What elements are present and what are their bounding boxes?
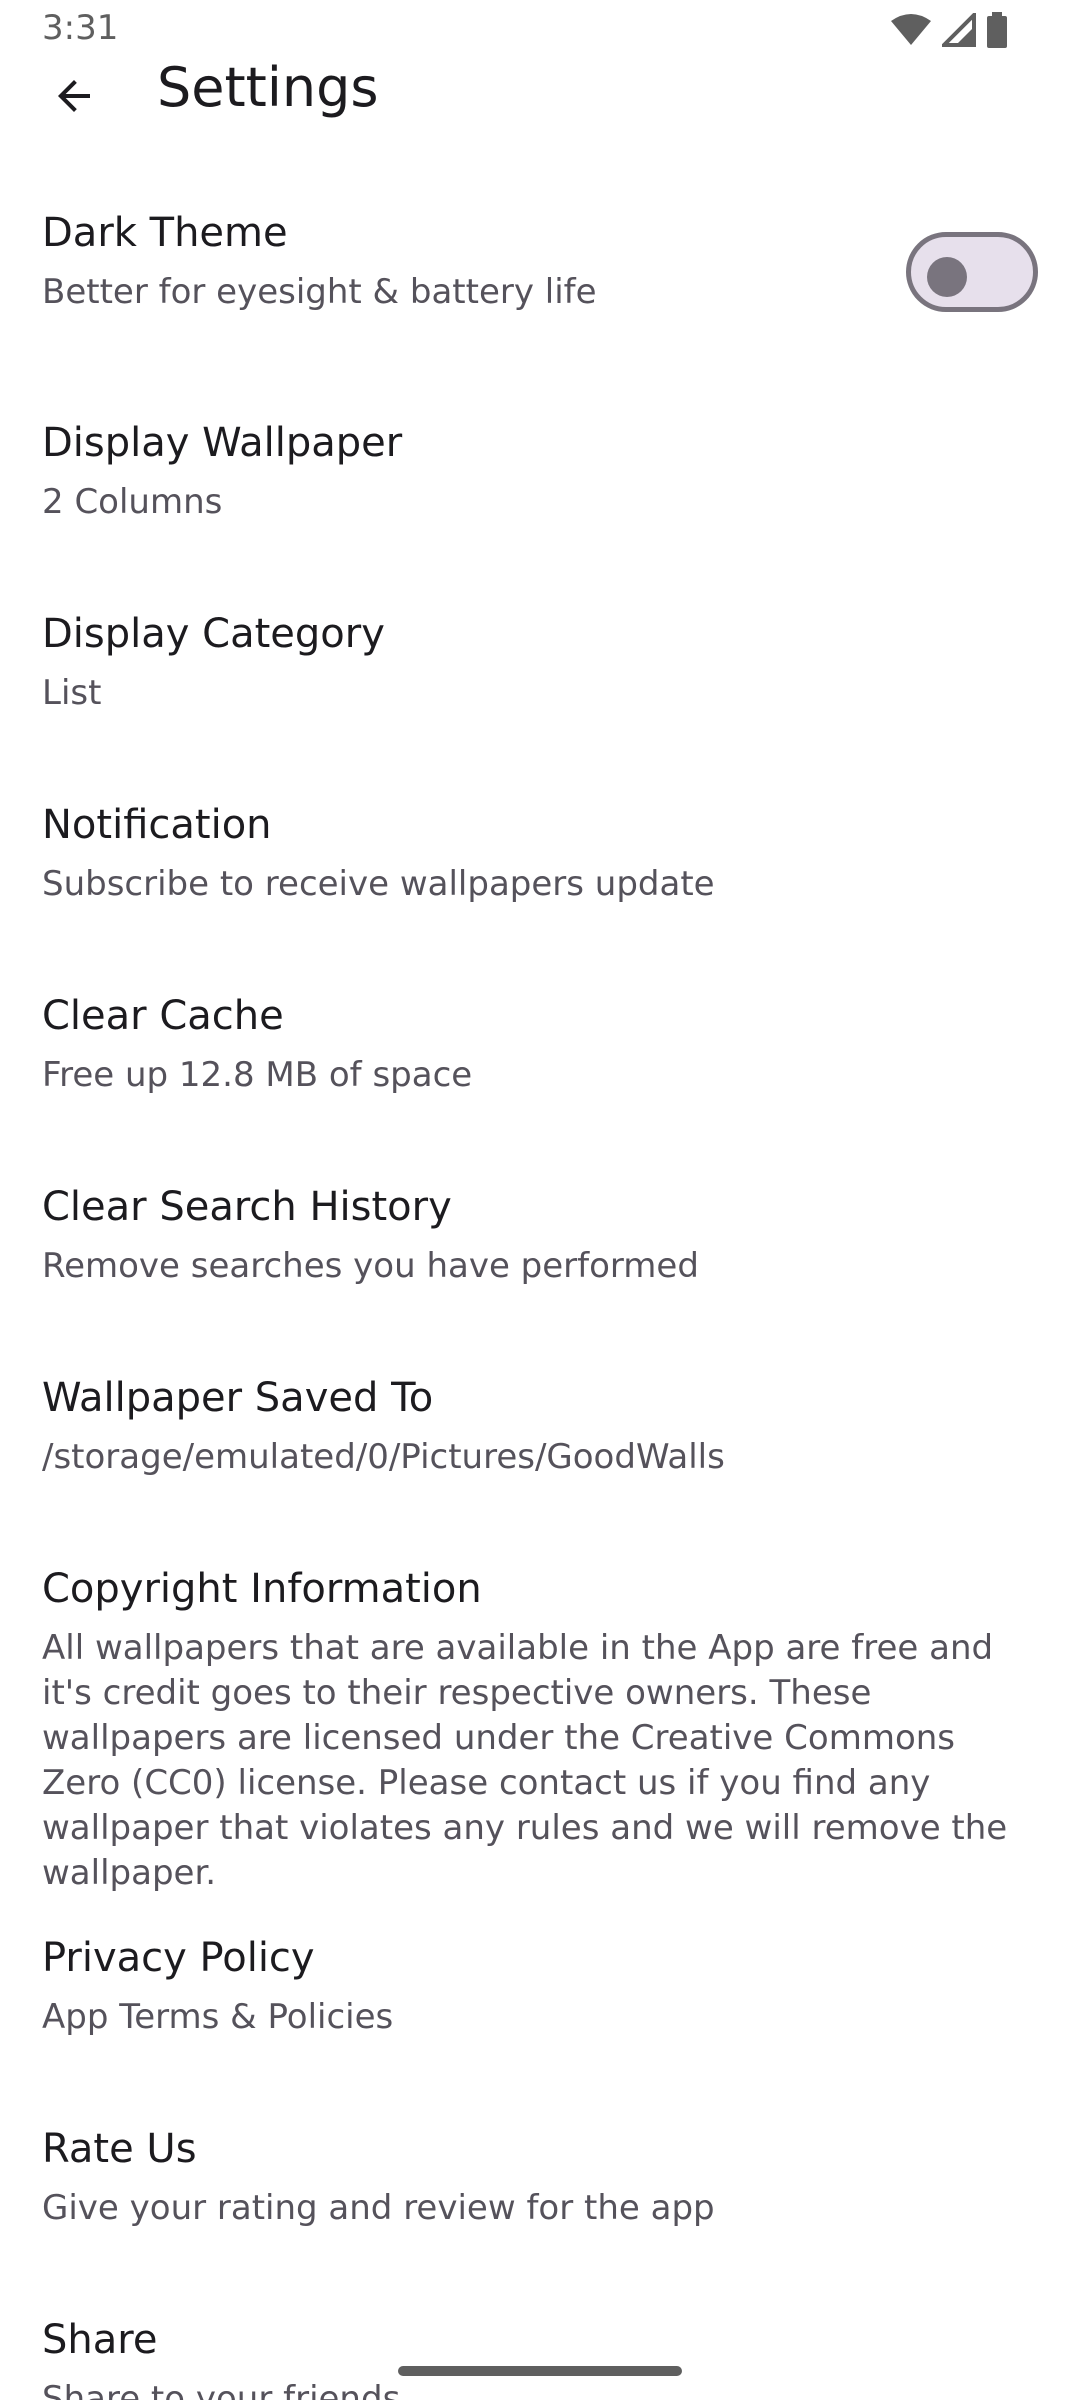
setting-summary: Share to your friends (42, 2379, 401, 2400)
back-button[interactable] (34, 56, 114, 136)
setting-rate-us[interactable]: Rate Us Give your rating and review for … (0, 2096, 1080, 2276)
dark-theme-toggle[interactable] (906, 232, 1038, 312)
setting-summary: All wallpapers that are available in the… (42, 1628, 1008, 1893)
setting-summary: /storage/emulated/0/Pictures/GoodWalls (42, 1437, 725, 1477)
home-indicator[interactable] (398, 2366, 682, 2376)
setting-summary: App Terms & Policies (42, 1997, 394, 2037)
setting-title: Display Wallpaper (42, 420, 403, 466)
setting-summary: Give your rating and review for the app (42, 2188, 715, 2228)
setting-wallpaper-saved-to[interactable]: Wallpaper Saved To /storage/emulated/0/P… (0, 1345, 1080, 1525)
setting-title: Clear Search History (42, 1184, 452, 1230)
setting-summary: List (42, 673, 102, 713)
toggle-knob (927, 257, 967, 297)
setting-summary: Subscribe to receive wallpapers update (42, 864, 715, 904)
setting-title: Dark Theme (42, 210, 288, 256)
setting-copyright-information[interactable]: Copyright Information All wallpapers tha… (0, 1536, 1080, 1893)
setting-summary: Free up 12.8 MB of space (42, 1055, 473, 1095)
setting-share[interactable]: Share Share to your friends (0, 2287, 1080, 2400)
page-title: Settings (157, 56, 379, 119)
setting-title: Display Category (42, 611, 385, 657)
arrow-back-icon (58, 80, 90, 112)
setting-summary: 2 Columns (42, 482, 223, 522)
setting-clear-cache[interactable]: Clear Cache Free up 12.8 MB of space (0, 963, 1080, 1143)
settings-screen: 3:31 Settings Dark Theme Better for eyes… (0, 0, 1080, 2400)
setting-clear-search-history[interactable]: Clear Search History Remove searches you… (0, 1154, 1080, 1334)
setting-title: Rate Us (42, 2126, 197, 2172)
setting-display-category[interactable]: Display Category List (0, 581, 1080, 761)
setting-title: Privacy Policy (42, 1935, 315, 1981)
setting-title: Notification (42, 802, 272, 848)
setting-display-wallpaper[interactable]: Display Wallpaper 2 Columns (0, 390, 1080, 570)
setting-title: Copyright Information (42, 1566, 482, 1612)
setting-privacy-policy[interactable]: Privacy Policy App Terms & Policies (0, 1905, 1080, 2085)
setting-notification[interactable]: Notification Subscribe to receive wallpa… (0, 772, 1080, 952)
setting-dark-theme[interactable]: Dark Theme Better for eyesight & battery… (0, 180, 1080, 370)
setting-title: Share (42, 2317, 158, 2363)
app-bar: Settings (0, 40, 1080, 160)
setting-title: Wallpaper Saved To (42, 1375, 434, 1421)
setting-summary: Remove searches you have performed (42, 1246, 699, 1286)
setting-summary: Better for eyesight & battery life (42, 272, 597, 312)
setting-title: Clear Cache (42, 993, 284, 1039)
